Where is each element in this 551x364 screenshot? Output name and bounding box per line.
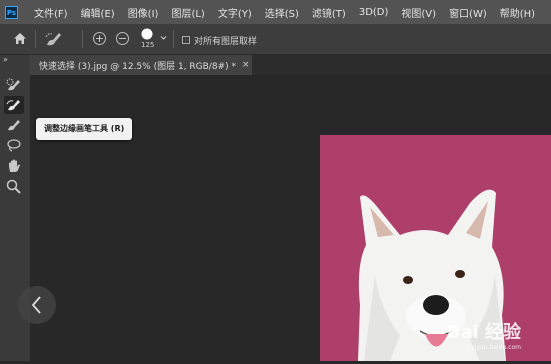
photoshop-logo-icon: Ps <box>5 5 18 19</box>
sample-all-layers-checkbox[interactable] <box>182 36 190 44</box>
menu-layer[interactable]: 图层(L) <box>171 5 204 20</box>
options-bar: + − 125 对所有图层取样 <box>0 24 551 55</box>
menu-edit[interactable]: 编辑(E) <box>81 5 115 20</box>
close-icon[interactable]: × <box>242 60 250 70</box>
brush-icon <box>8 120 20 131</box>
home-icon[interactable] <box>13 32 27 45</box>
separator <box>82 30 83 48</box>
zoom-tool[interactable] <box>4 177 24 195</box>
document-tab[interactable]: 快速选择 (3).jpg @ 12.5% (图层 1, RGB/8#) * × <box>30 55 252 75</box>
refine-edge-brush-icon <box>6 100 20 111</box>
document-tab-bar: 快速选择 (3).jpg @ 12.5% (图层 1, RGB/8#) * × <box>30 55 551 75</box>
baidu-watermark-url: jingyan.baidu.com <box>465 344 521 351</box>
back-button[interactable] <box>18 286 56 324</box>
refine-edge-brush-tool[interactable] <box>4 96 24 114</box>
document-tab-title: 快速选择 (3).jpg @ 12.5% (图层 1, RGB/8#) * <box>39 61 236 72</box>
hand-tool[interactable] <box>4 156 24 174</box>
sample-all-layers-label: 对所有图层取样 <box>194 37 258 47</box>
menu-view[interactable]: 视图(V) <box>401 5 436 20</box>
menu-bar: Ps 文件(F) 编辑(E) 图像(I) 图层(L) 文字(Y) 选择(S) 滤… <box>0 0 551 24</box>
separator <box>173 30 174 48</box>
baidu-watermark: Bai 经验 jingyan.baidu.com <box>446 322 521 351</box>
quick-selection-icon <box>6 78 20 91</box>
menu-select[interactable]: 选择(S) <box>265 5 299 20</box>
brush-size-preview-icon[interactable] <box>141 28 153 40</box>
brush-size-value: 125 <box>141 41 155 49</box>
menu-type[interactable]: 文字(Y) <box>218 5 252 20</box>
menu-image[interactable]: 图像(I) <box>128 5 159 20</box>
quick-selection-tool[interactable] <box>4 76 24 94</box>
lasso-tool[interactable] <box>4 136 24 154</box>
brush-tool[interactable] <box>4 116 24 134</box>
menu-window[interactable]: 窗口(W) <box>449 5 487 20</box>
zoom-icon <box>6 179 21 194</box>
document-image[interactable]: Bai 经验 jingyan.baidu.com <box>320 135 551 361</box>
collapse-panel-icon[interactable]: » <box>3 55 8 64</box>
menu-filter[interactable]: 滤镜(T) <box>312 5 346 20</box>
menu-help[interactable]: 帮助(H) <box>500 5 535 20</box>
hand-icon <box>9 159 20 172</box>
chevron-left-icon <box>31 296 41 314</box>
expand-detection-area-button[interactable]: + <box>93 32 106 45</box>
tool-tooltip: 调整边缘画笔工具 (R) <box>36 118 133 140</box>
chevron-down-icon[interactable] <box>160 35 167 41</box>
lasso-icon <box>7 139 21 152</box>
menu-file[interactable]: 文件(F) <box>34 5 68 20</box>
restore-original-edge-button[interactable]: − <box>116 32 129 45</box>
menu-3d[interactable]: 3D(D) <box>359 7 389 18</box>
separator <box>35 30 36 48</box>
refine-edge-brush-preset-icon[interactable] <box>44 30 64 48</box>
